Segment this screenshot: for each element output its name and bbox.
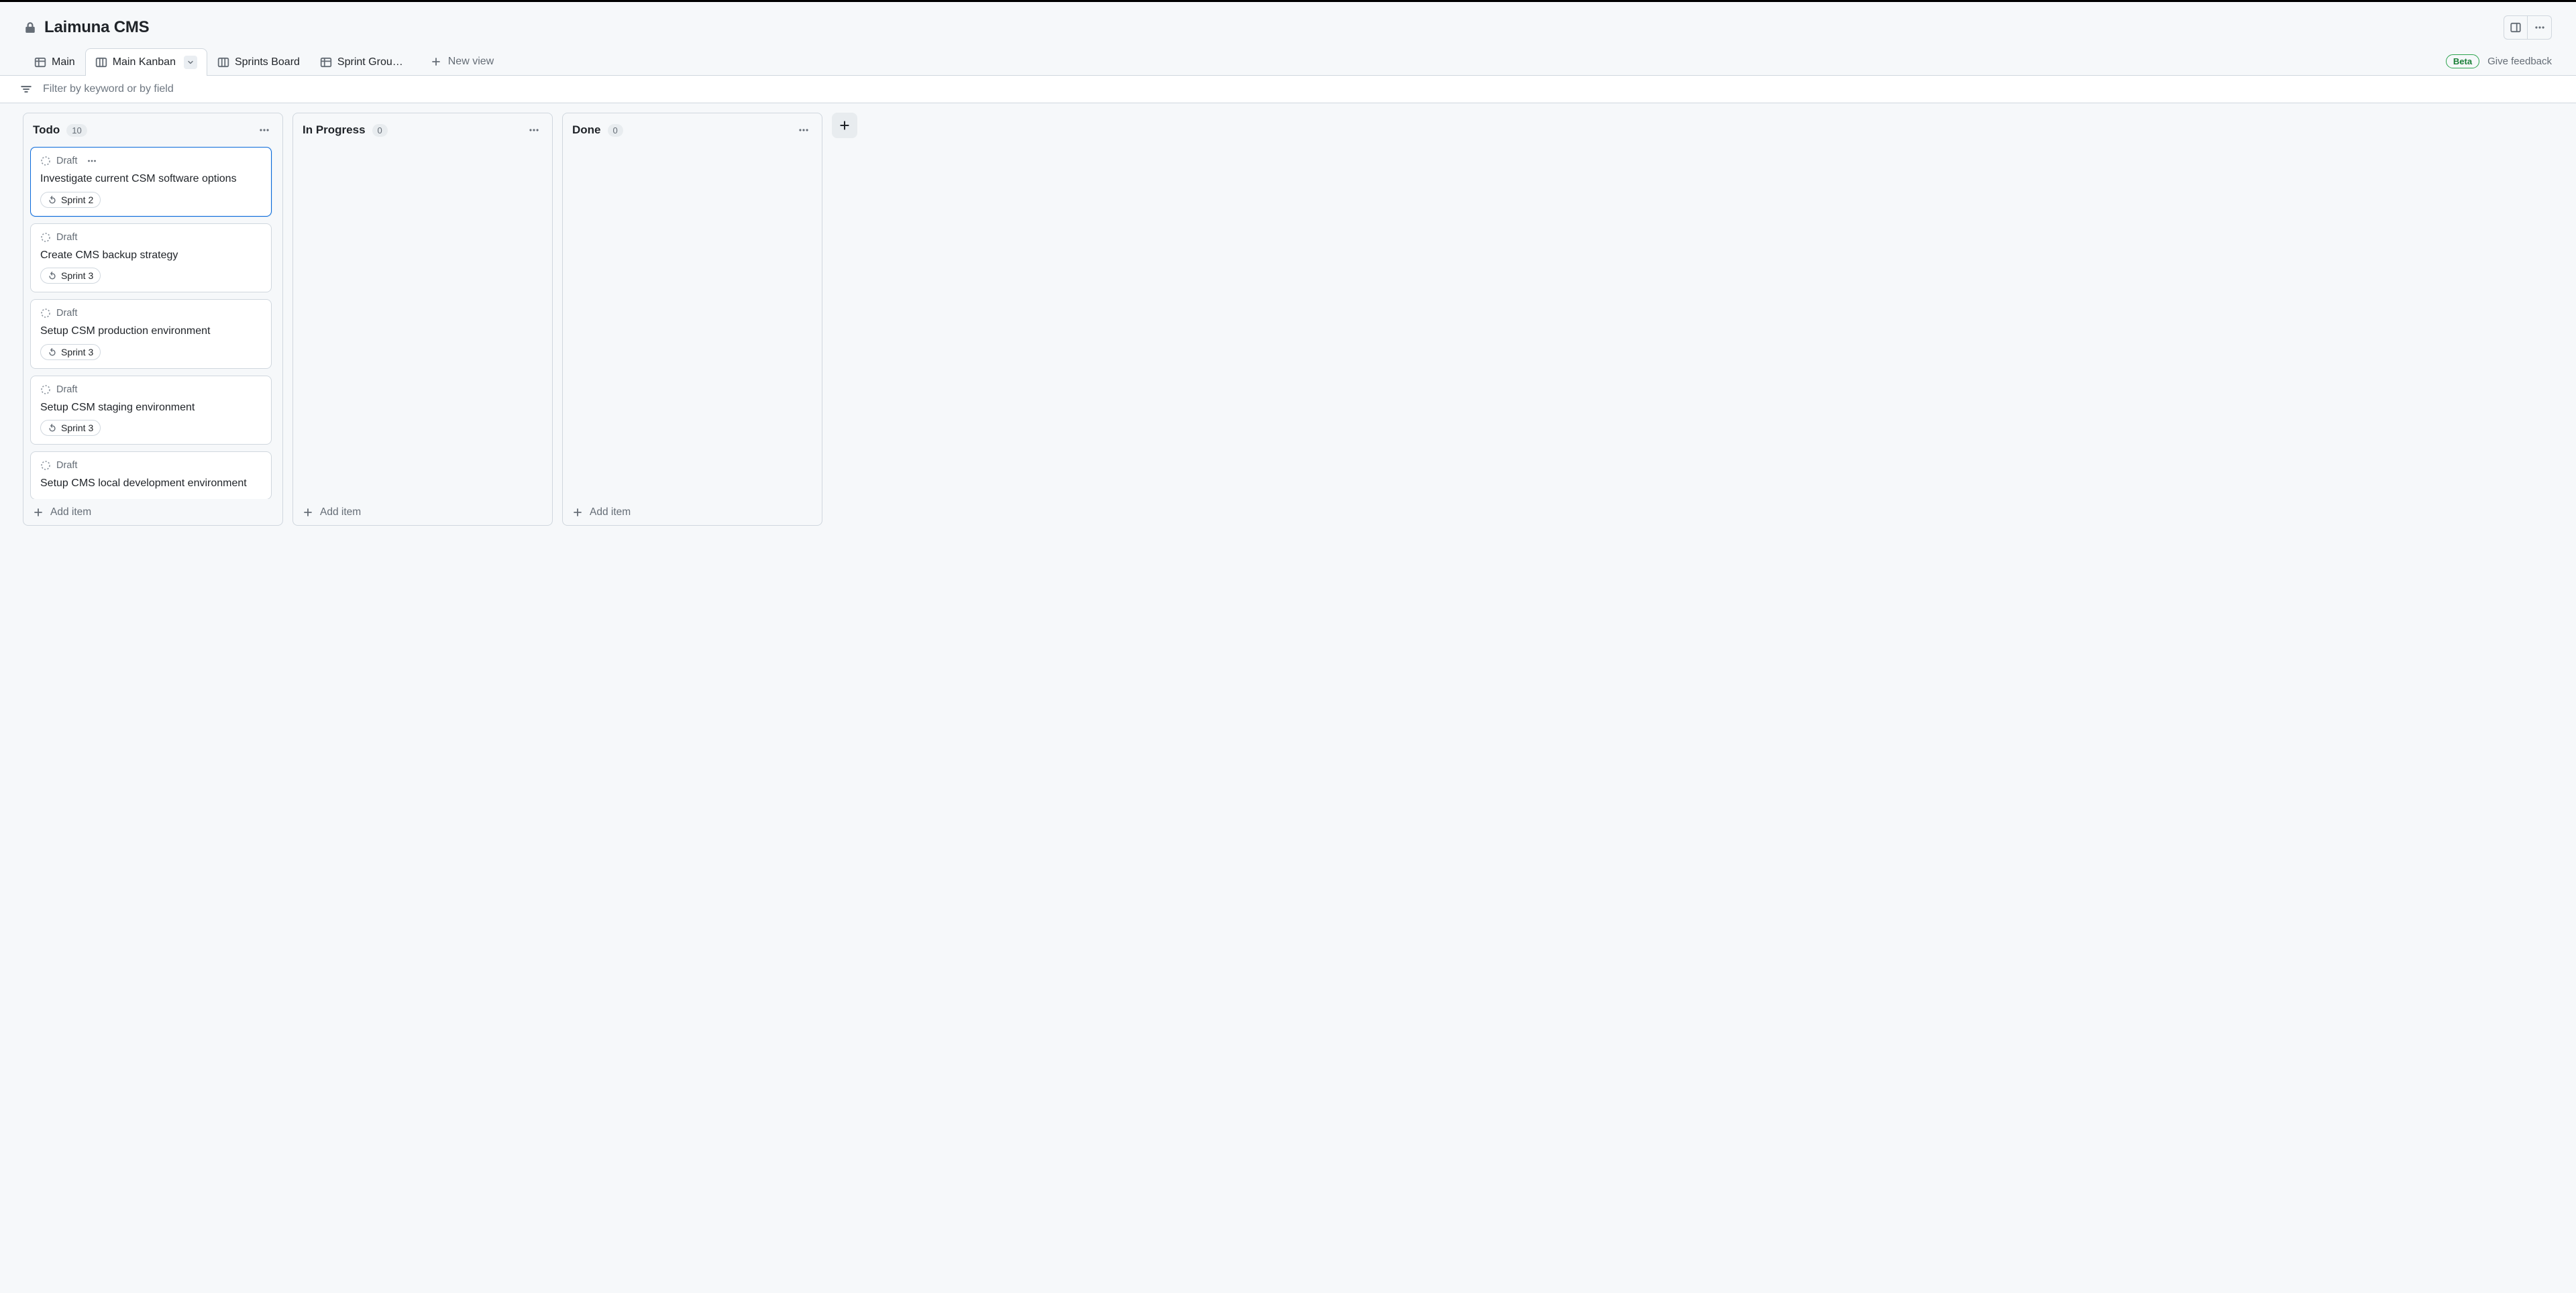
column-header: Done 0 xyxy=(563,113,822,147)
iteration-icon xyxy=(48,195,57,205)
card-header: Draft xyxy=(40,460,262,471)
column-title: Done xyxy=(572,123,601,137)
card-status: Draft xyxy=(56,384,77,395)
new-view-button[interactable]: New view xyxy=(420,49,504,74)
column-count: 0 xyxy=(372,124,388,137)
sprint-tag[interactable]: Sprint 3 xyxy=(40,344,101,360)
view-tab[interactable]: Sprint Grou… xyxy=(310,49,413,75)
iteration-icon xyxy=(48,347,57,357)
cards-list xyxy=(570,147,815,499)
draft-icon xyxy=(40,460,51,471)
filter-icon xyxy=(20,83,32,95)
column-header: Todo 10 xyxy=(23,113,282,147)
add-item-button[interactable]: Add item xyxy=(293,499,552,525)
sprint-tag[interactable]: Sprint 2 xyxy=(40,192,101,208)
card-title: Setup CSM staging environment xyxy=(40,400,262,415)
filter-input[interactable] xyxy=(42,82,310,96)
sprint-tag[interactable]: Sprint 3 xyxy=(40,268,101,284)
plus-icon xyxy=(303,507,313,518)
header-actions xyxy=(2504,15,2552,40)
kebab-icon xyxy=(2534,21,2546,34)
sprint-tag[interactable]: Sprint 3 xyxy=(40,420,101,436)
cards-list: Draft Investigate current CSM software op… xyxy=(30,147,276,499)
card-title: Setup CMS local development environment xyxy=(40,476,262,491)
iteration-icon xyxy=(48,271,57,280)
card[interactable]: Draft Setup CMS local development environ… xyxy=(30,451,272,499)
view-tab[interactable]: Sprints Board xyxy=(207,49,310,75)
table-icon xyxy=(320,56,332,68)
card-menu-button[interactable] xyxy=(87,156,97,166)
column-title: In Progress xyxy=(303,123,366,137)
board-column: In Progress 0 Add item xyxy=(292,113,553,526)
column-menu-button[interactable] xyxy=(795,121,812,139)
card-status: Draft xyxy=(56,156,77,166)
board-icon xyxy=(95,56,107,68)
plus-icon xyxy=(839,119,851,131)
view-tab-label: Sprints Board xyxy=(235,56,300,68)
draft-icon xyxy=(40,232,51,243)
iteration-icon xyxy=(48,423,57,433)
new-view-label: New view xyxy=(448,56,494,68)
column-title: Todo xyxy=(33,123,60,137)
kanban-board: Todo 10 Draft Investigate current CSM softw… xyxy=(0,103,2576,535)
card-header: Draft xyxy=(40,308,262,319)
plus-icon xyxy=(431,56,441,67)
project-menu-button[interactable] xyxy=(2528,15,2552,40)
filter-bar xyxy=(0,75,2576,103)
add-item-label: Add item xyxy=(50,506,91,518)
column-menu-button[interactable] xyxy=(525,121,543,139)
board-column: Done 0 Add item xyxy=(562,113,822,526)
project-header: Laimuna CMS xyxy=(0,2,2576,48)
board-icon xyxy=(217,56,229,68)
panel-toggle-button[interactable] xyxy=(2504,15,2528,40)
draft-icon xyxy=(40,384,51,395)
column-header: In Progress 0 xyxy=(293,113,552,147)
card[interactable]: Draft Investigate current CSM software op… xyxy=(30,147,272,217)
card-header: Draft xyxy=(40,232,262,243)
panel-icon xyxy=(2510,21,2522,34)
views-tab-row: Main Main Kanban Sprints Board Sprint Grou…… xyxy=(0,48,2576,75)
card-header: Draft xyxy=(40,156,262,166)
card-status: Draft xyxy=(56,460,77,471)
view-tab[interactable]: Main xyxy=(24,49,85,75)
column-count: 10 xyxy=(66,124,87,137)
add-item-label: Add item xyxy=(590,506,631,518)
table-icon xyxy=(34,56,46,68)
card-status: Draft xyxy=(56,232,77,243)
card[interactable]: Draft Setup CSM staging environment Sprint… xyxy=(30,376,272,445)
board-column: Todo 10 Draft Investigate current CSM softw… xyxy=(23,113,283,526)
view-tab-label: Main Kanban xyxy=(113,56,176,68)
card-title: Setup CSM production environment xyxy=(40,324,262,339)
add-item-button[interactable]: Add item xyxy=(563,499,822,525)
plus-icon xyxy=(572,507,583,518)
add-item-button[interactable]: Add item xyxy=(23,499,282,525)
card-status: Draft xyxy=(56,308,77,319)
draft-icon xyxy=(40,156,51,166)
beta-badge: Beta xyxy=(2446,54,2479,68)
card-header: Draft xyxy=(40,384,262,395)
cards-list xyxy=(300,147,545,499)
card[interactable]: Draft Setup CSM production environment Spr… xyxy=(30,299,272,369)
sprint-tag-label: Sprint 2 xyxy=(61,194,93,205)
sprint-tag-label: Sprint 3 xyxy=(61,423,93,433)
view-tab-dropdown[interactable] xyxy=(184,56,197,69)
sprint-tag-label: Sprint 3 xyxy=(61,347,93,357)
card-title: Investigate current CSM software options xyxy=(40,172,262,186)
column-menu-button[interactable] xyxy=(256,121,273,139)
draft-icon xyxy=(40,308,51,319)
view-tab[interactable]: Main Kanban xyxy=(85,48,207,76)
project-title: Laimuna CMS xyxy=(44,18,149,37)
view-tab-label: Main xyxy=(52,56,75,68)
add-column-button[interactable] xyxy=(832,113,857,138)
column-count: 0 xyxy=(608,124,623,137)
plus-icon xyxy=(33,507,44,518)
lock-icon xyxy=(24,21,36,34)
sprint-tag-label: Sprint 3 xyxy=(61,270,93,281)
give-feedback-link[interactable]: Give feedback xyxy=(2487,56,2552,67)
card-title: Create CMS backup strategy xyxy=(40,248,262,263)
view-tab-label: Sprint Grou… xyxy=(337,56,403,68)
card[interactable]: Draft Create CMS backup strategy Sprint 3 xyxy=(30,223,272,293)
add-item-label: Add item xyxy=(320,506,361,518)
